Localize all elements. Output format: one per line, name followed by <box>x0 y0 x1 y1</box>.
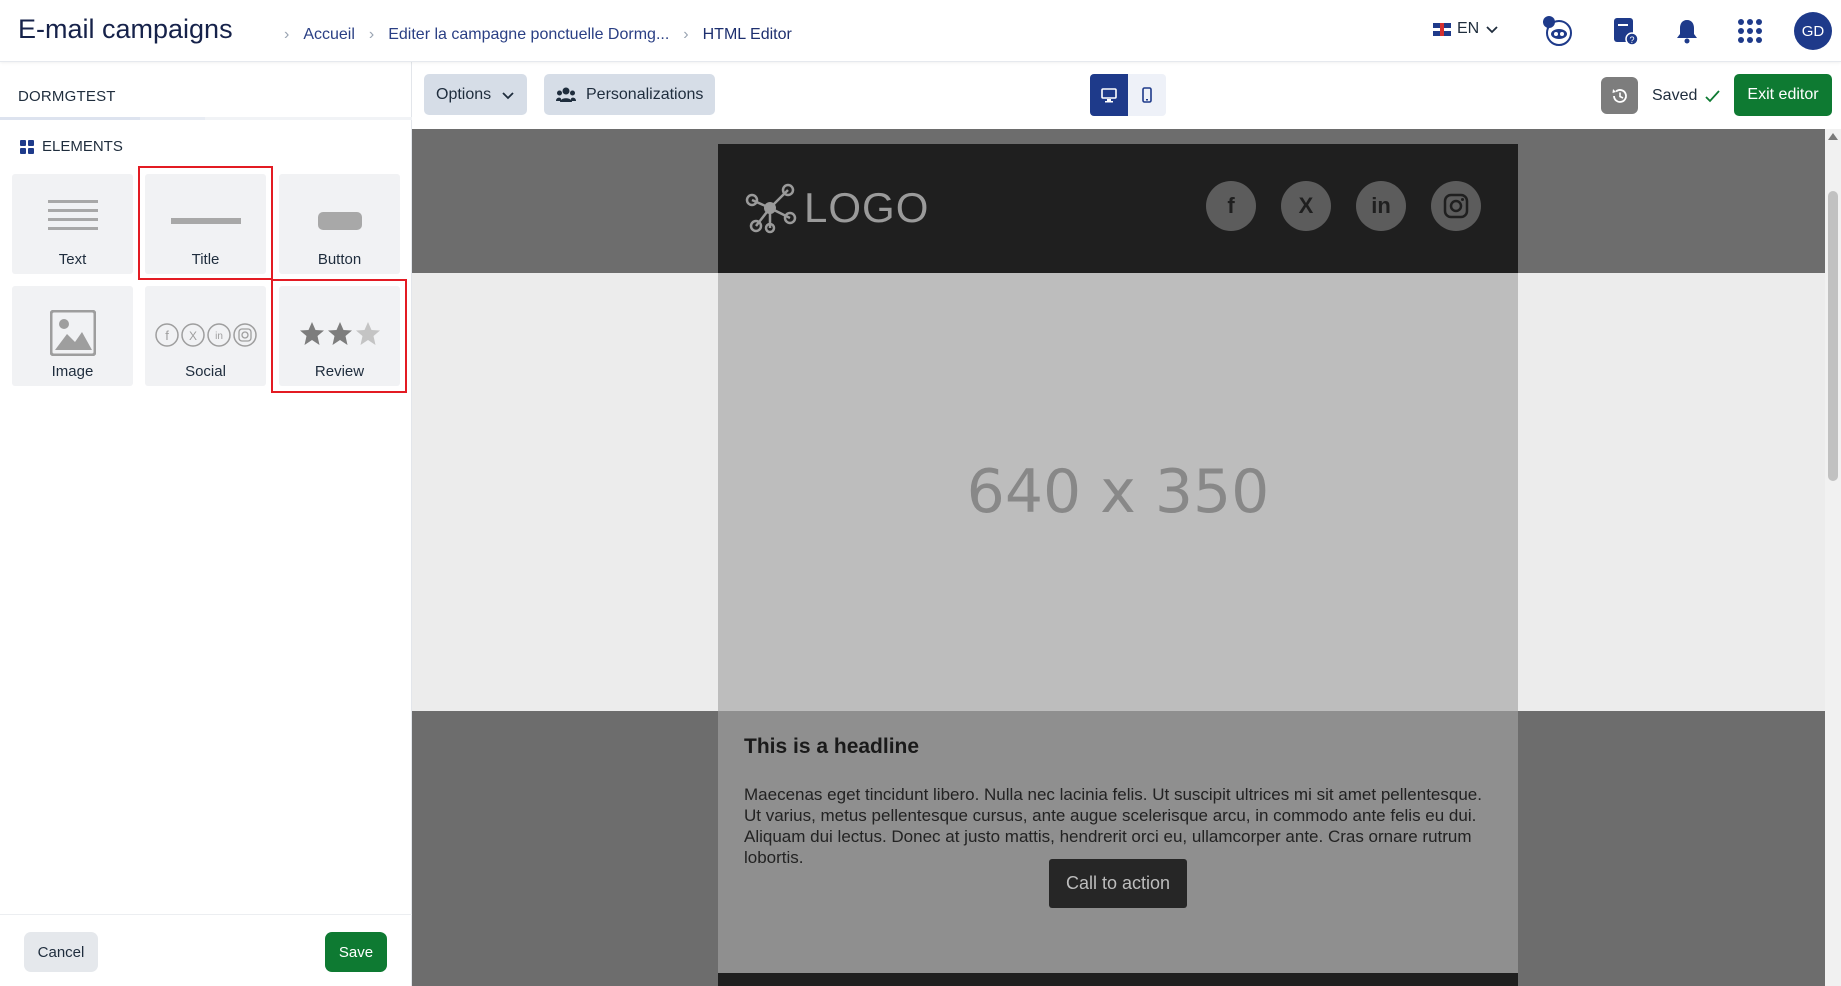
tile-label: Text <box>58 251 87 268</box>
tile-label: Button <box>317 251 362 268</box>
email-text-block[interactable]: This is a headline Maecenas eget tincidu… <box>718 711 1518 973</box>
x-twitter-icon[interactable]: X <box>1281 181 1331 231</box>
canvas-scrollbar[interactable] <box>1825 129 1841 986</box>
email-preview: LOGO f X in 640 x 350 This is a headline… <box>718 144 1518 986</box>
elements-grid-icon <box>20 139 34 154</box>
desktop-icon <box>1101 87 1117 102</box>
instagram-icon[interactable] <box>1431 181 1481 231</box>
email-canvas[interactable]: LOGO f X in 640 x 350 This is a headline… <box>412 129 1825 986</box>
top-header: E-mail campaigns › Accueil › Editer la c… <box>0 0 1841 62</box>
email-logo: LOGO <box>742 180 929 236</box>
check-icon <box>1705 89 1721 102</box>
element-tile-button[interactable]: Button <box>279 174 400 274</box>
image-icon <box>12 310 133 356</box>
options-button[interactable]: Options <box>424 74 528 115</box>
elements-panel: DORMGTEST ELEMENTS Text Title Button Ima… <box>0 62 412 986</box>
device-toggle <box>1090 74 1166 116</box>
breadcrumb-current: HTML Editor <box>702 26 792 43</box>
history-icon <box>1612 88 1627 103</box>
help-doc-icon[interactable]: ? <box>1608 14 1642 48</box>
chevron-right-icon: › <box>683 26 689 43</box>
facebook-icon[interactable]: f <box>1206 181 1256 231</box>
scroll-thumb[interactable] <box>1828 191 1838 481</box>
panel-tab-indicator <box>0 117 412 120</box>
history-button[interactable] <box>1601 77 1638 114</box>
campaign-name: DORMGTEST <box>18 88 116 105</box>
tile-label: Social <box>185 363 226 380</box>
scroll-up-arrow-icon[interactable] <box>1828 133 1838 140</box>
avatar[interactable]: GD <box>1794 12 1832 50</box>
email-header-block[interactable]: LOGO f X in <box>718 144 1518 273</box>
assistant-icon[interactable] <box>1540 14 1574 48</box>
app-title: E-mail campaigns <box>18 14 233 44</box>
element-tile-image[interactable]: Image <box>12 286 133 386</box>
button-shape-icon <box>279 212 400 230</box>
language-selector[interactable]: EN <box>1433 20 1499 38</box>
users-icon <box>556 87 576 102</box>
language-label: EN <box>1457 20 1480 37</box>
element-tile-social[interactable]: f X in Social <box>145 286 266 386</box>
breadcrumb: › Accueil › Editer la campagne ponctuell… <box>270 26 792 44</box>
social-icons-icon: f X in <box>145 322 266 348</box>
email-footer-block[interactable] <box>718 973 1518 986</box>
svg-text:X: X <box>188 329 196 343</box>
cancel-button[interactable]: Cancel <box>24 932 98 972</box>
personalizations-button[interactable]: Personalizations <box>544 74 716 115</box>
apps-grid-icon[interactable] <box>1733 14 1767 48</box>
exit-editor-button[interactable]: Exit editor <box>1734 74 1832 116</box>
breadcrumb-home[interactable]: Accueil <box>303 26 355 44</box>
highlight-box-title <box>138 166 273 280</box>
chevron-right-icon: › <box>284 26 290 43</box>
logo-text: LOGO <box>804 184 930 231</box>
logo-network-icon <box>745 183 797 234</box>
elements-title: ELEMENTS <box>42 138 123 155</box>
mobile-view-button[interactable] <box>1128 74 1166 116</box>
element-tile-text[interactable]: Text <box>12 174 133 274</box>
email-headline: This is a headline <box>744 735 920 758</box>
chevron-down-icon <box>1486 26 1498 34</box>
linkedin-icon[interactable]: in <box>1356 181 1406 231</box>
divider <box>0 914 412 915</box>
email-paragraph: Maecenas eget tincidunt libero. Nulla ne… <box>744 785 1482 867</box>
desktop-view-button[interactable] <box>1090 74 1128 116</box>
svg-text:in: in <box>215 331 223 342</box>
hero-placeholder-text: 640 x 350 <box>966 457 1270 527</box>
editor-toolbar: Options Personalizations Saved Exit edit… <box>412 62 1841 129</box>
saved-label: Saved <box>1652 87 1698 104</box>
svg-text:?: ? <box>1629 35 1634 45</box>
email-hero-image[interactable]: 640 x 350 <box>718 273 1518 711</box>
bell-icon[interactable] <box>1670 14 1704 48</box>
breadcrumb-campaign[interactable]: Editer la campagne ponctuelle Dormg... <box>388 26 669 44</box>
save-status: Saved <box>1652 87 1721 105</box>
call-to-action-button[interactable]: Call to action <box>1049 859 1187 908</box>
flag-uk-icon <box>1433 22 1451 36</box>
chevron-down-icon <box>502 91 514 99</box>
options-label: Options <box>436 85 492 103</box>
svg-text:f: f <box>165 328 169 343</box>
mobile-icon <box>1142 87 1152 103</box>
text-lines-icon <box>12 200 133 236</box>
save-button[interactable]: Save <box>325 932 387 972</box>
elements-header: ELEMENTS <box>20 138 123 155</box>
tile-label: Image <box>51 363 94 380</box>
highlight-box-review <box>271 279 407 393</box>
personalizations-label: Personalizations <box>586 85 704 103</box>
chevron-right-icon: › <box>368 26 375 43</box>
